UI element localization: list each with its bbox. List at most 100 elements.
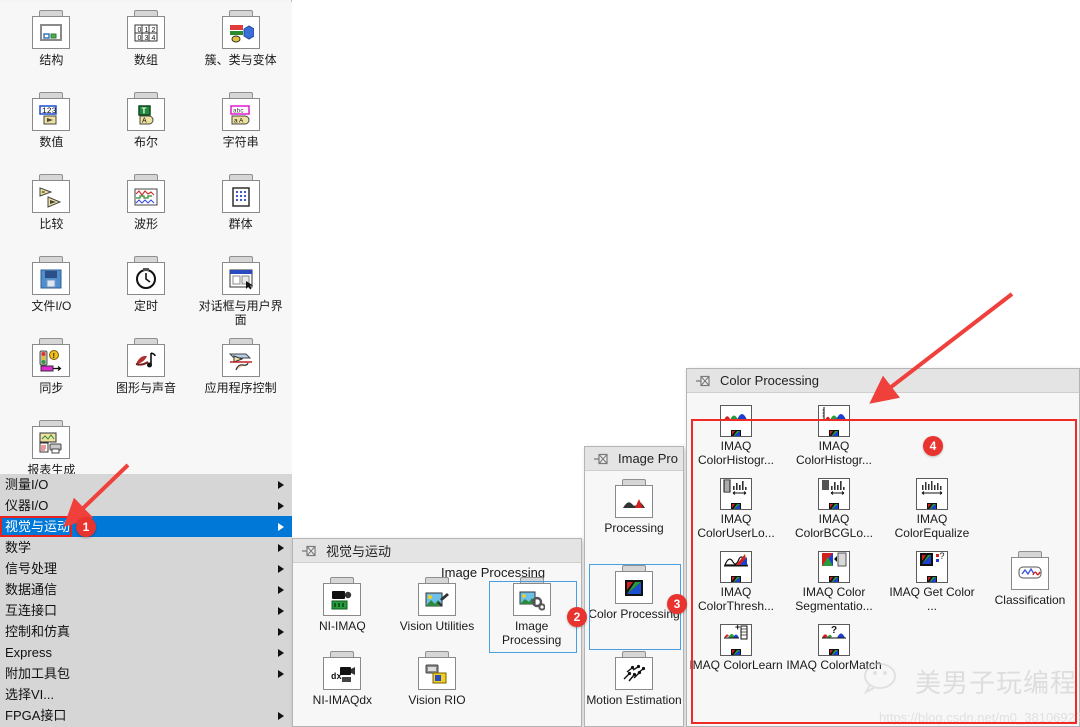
color-processing-item-11[interactable]: Classification	[981, 551, 1079, 624]
vision-motion-title-bar: 视觉与运动	[293, 539, 581, 563]
folder-glyph: TA	[127, 98, 165, 131]
color-badge-icon	[829, 645, 839, 655]
imaq-colorequalize-icon	[916, 478, 948, 510]
palette-item-9[interactable]: 文件I/O	[4, 256, 99, 334]
vision-motion-item-0[interactable]: NI-IMAQ	[295, 577, 390, 649]
palette-item-1[interactable]: 0 1 2 0 3 4 数组	[99, 10, 194, 88]
color-badge-icon	[927, 499, 937, 509]
menu-item-8[interactable]: Express	[0, 642, 292, 663]
palette-item-label: 对话框与用户界面	[198, 299, 283, 327]
palette-item-label: 布尔	[133, 135, 158, 149]
palette-item-0[interactable]: 结构	[4, 10, 99, 88]
palette-item-10[interactable]: 定时	[99, 256, 194, 334]
menu-item-11[interactable]: FPGA接口	[0, 705, 292, 726]
palette-item-2[interactable]: 簇、类与变体	[193, 10, 288, 88]
palette-item-3[interactable]: 123 数值	[4, 92, 99, 170]
menu-item-label: Express	[5, 645, 52, 660]
imaq-colorbcglookup-icon	[818, 478, 850, 510]
pin-icon[interactable]	[695, 374, 711, 388]
screenshot-root: 结构 0 1 2 0 3 4 数组 簇、类与变体 123 数值 T A 布尔 abc a A 字符串 = 比较 波形群…	[0, 0, 1080, 727]
svg-text:3: 3	[144, 35, 148, 42]
menu-item-label: 互连接口	[5, 603, 58, 618]
svg-text:123: 123	[42, 107, 57, 116]
color-processing-item-label: IMAQ ColorUserLo...	[697, 512, 775, 540]
menu-item-2[interactable]: 视觉与运动	[0, 516, 292, 537]
pin-icon[interactable]	[593, 452, 609, 466]
watermark: 美男子玩编程	[863, 661, 1077, 702]
color-badge-icon	[829, 426, 839, 436]
color-processing-item-8[interactable]: IMAQ ColorThresh...	[687, 551, 785, 624]
palette-item-12[interactable]: ! 同步	[4, 338, 99, 416]
chevron-right-icon	[278, 522, 284, 531]
imaq-colorthreshold-icon	[720, 551, 752, 583]
svg-text:!: !	[53, 353, 55, 360]
vision-motion-item-4[interactable]: Vision RIO	[390, 651, 485, 723]
palette-item-6[interactable]: = 比较	[4, 174, 99, 252]
folder-glyph	[418, 657, 456, 690]
image-processing-icon	[511, 577, 553, 617]
menu-item-6[interactable]: 互连接口	[0, 600, 292, 621]
image-processing-item-0[interactable]: Processing	[585, 479, 683, 565]
svg-text:1: 1	[144, 27, 148, 34]
wechat-logo-icon	[863, 661, 909, 702]
functions-palette: 结构 0 1 2 0 3 4 数组 簇、类与变体 123 数值 T A 布尔 abc a A 字符串 = 比较 波形群…	[0, 0, 292, 727]
vision-motion-item-1[interactable]: Vision Utilities	[390, 577, 485, 649]
color-processing-item-10[interactable]: ? IMAQ Get Color ...	[883, 551, 981, 624]
color-processing-item-6[interactable]: IMAQ ColorEqualize	[883, 478, 981, 551]
imaq-colorlearn-icon: +	[720, 624, 752, 656]
color-processing-item-4[interactable]: IMAQ ColorUserLo...	[687, 478, 785, 551]
menu-item-label: 数据通信	[5, 582, 58, 597]
color-processing-item-5[interactable]: IMAQ ColorBCGLo...	[785, 478, 883, 551]
string-icon: abc a A	[220, 92, 262, 132]
palette-item-7[interactable]: 波形	[99, 174, 194, 252]
graphics-sound-icon	[125, 338, 167, 378]
palette-item-label: 结构	[39, 53, 64, 67]
functions-palette-icon-area: 结构 0 1 2 0 3 4 数组 簇、类与变体 123 数值 T A 布尔 abc a A 字符串 = 比较 波形 群…	[0, 2, 292, 477]
svg-text:0: 0	[137, 35, 141, 42]
folder-glyph	[513, 583, 551, 616]
menu-item-5[interactable]: 数据通信	[0, 579, 292, 600]
palette-item-label: 文件I/O	[31, 299, 72, 313]
palette-item-14[interactable]: 应用程序控制	[193, 338, 288, 416]
file-io-icon	[30, 256, 72, 296]
color-badge-icon	[731, 499, 741, 509]
vision-motion-item-2[interactable]: Image Processing	[484, 577, 579, 649]
color-processing-item-9[interactable]: IMAQ Color Segmentatio...	[785, 551, 883, 624]
palette-item-4[interactable]: T A 布尔	[99, 92, 194, 170]
color-processing-empty-3	[981, 405, 1079, 478]
color-processing-item-1[interactable]: IMAQ ColorHistogr...	[785, 405, 883, 478]
menu-item-10[interactable]: 选择VI...	[0, 684, 292, 705]
folder-glyph	[222, 344, 260, 377]
chevron-right-icon	[278, 606, 284, 615]
palette-item-8[interactable]: 群体	[193, 174, 288, 252]
color-processing-item-12[interactable]: + IMAQ ColorLearn	[687, 624, 785, 697]
palette-item-label: 群体	[228, 217, 253, 231]
folder-glyph	[615, 485, 653, 518]
pin-icon[interactable]	[301, 544, 317, 558]
menu-item-0[interactable]: 测量I/O	[0, 474, 292, 495]
menu-item-1[interactable]: 仪器I/O	[0, 495, 292, 516]
menu-item-label: FPGA接口	[5, 708, 67, 723]
folder-glyph: !	[32, 344, 70, 377]
palette-item-13[interactable]: 图形与声音	[99, 338, 194, 416]
synchronization-icon: !	[30, 338, 72, 378]
menu-item-4[interactable]: 信号处理	[0, 558, 292, 579]
report-generation-icon	[30, 420, 72, 460]
menu-item-3[interactable]: 数学	[0, 537, 292, 558]
vision-motion-item-3[interactable]: dx NI-IMAQdx	[295, 651, 390, 723]
color-badge-icon	[731, 426, 741, 436]
palette-item-label: 簇、类与变体	[204, 53, 277, 67]
image-processing-item-label: Processing	[604, 521, 664, 535]
image-processing-item-2[interactable]: Motion Estimation	[585, 651, 683, 727]
palette-item-11[interactable]: 对话框与用户界面	[193, 256, 288, 334]
folder-glyph	[127, 344, 165, 377]
menu-item-9[interactable]: 附加工具包	[0, 663, 292, 684]
chevron-right-icon	[278, 480, 284, 489]
menu-item-7[interactable]: 控制和仿真	[0, 621, 292, 642]
palette-item-5[interactable]: abc a A 字符串	[193, 92, 288, 170]
folder-glyph: =	[32, 180, 70, 213]
color-processing-item-0[interactable]: IMAQ ColorHistogr...	[687, 405, 785, 478]
chevron-right-icon	[278, 564, 284, 573]
folder-glyph	[32, 16, 70, 49]
svg-text:?: ?	[940, 551, 945, 561]
